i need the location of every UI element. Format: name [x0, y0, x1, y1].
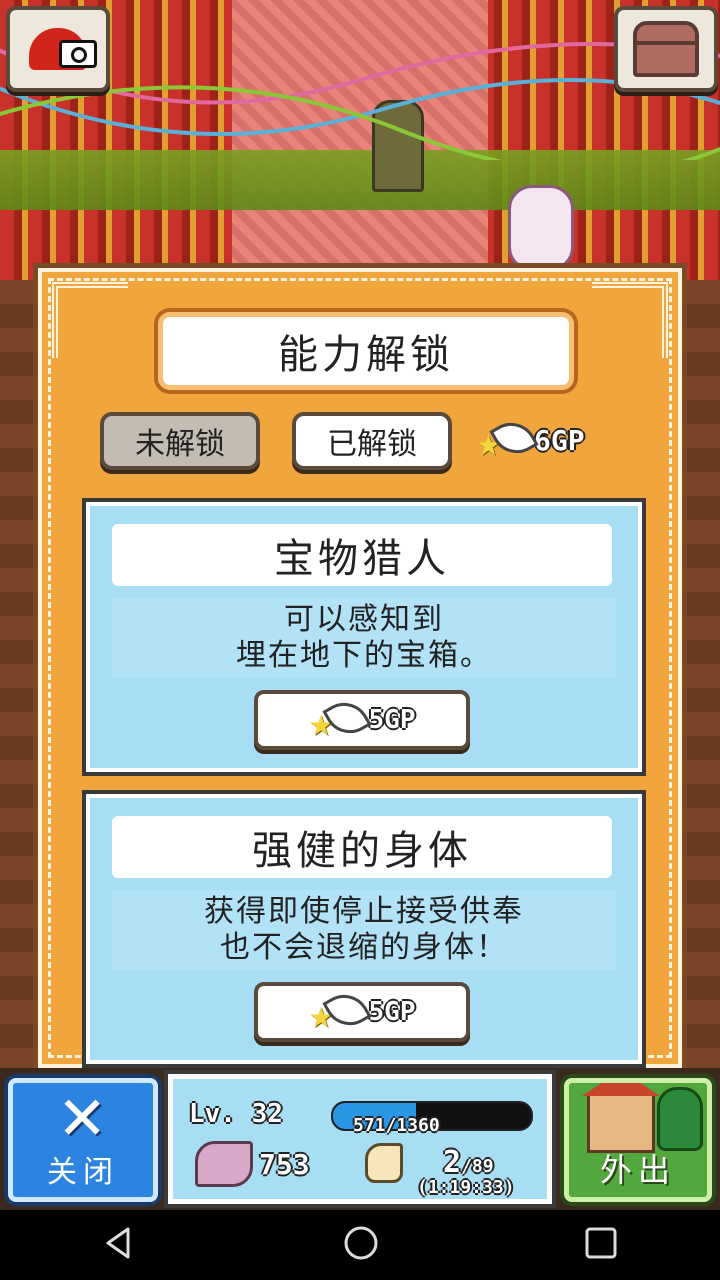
close-x-icon: ✕: [57, 1084, 108, 1154]
follower-count: 2/89: [443, 1145, 494, 1180]
follower-current: 2: [443, 1145, 462, 1180]
bunny-character: [508, 185, 574, 271]
ability-card: 强健的身体 获得即使停止接受供奉 也不会退缩的身体！ ★ 5GP: [86, 794, 642, 1064]
player-status-panel: Lv. 32 571/1360 753 2/89 (1:19:33): [168, 1074, 552, 1204]
ability-desc-line: 可以感知到: [284, 602, 444, 637]
unlock-ability-button[interactable]: ★ 5GP: [254, 982, 470, 1042]
home-nav-icon[interactable]: [342, 1224, 380, 1266]
ability-desc-line: 获得即使停止接受供奉: [204, 894, 524, 929]
follower-max: /89: [461, 1156, 494, 1177]
back-nav-icon[interactable]: [102, 1225, 138, 1265]
house-icon: [582, 1083, 660, 1153]
system-nav-bar: [0, 1210, 720, 1280]
faith-counter: 753: [195, 1141, 310, 1187]
camera-icon: [29, 28, 97, 70]
tab-unlocked[interactable]: 已解锁: [292, 412, 452, 470]
countdown-timer: (1:19:33): [417, 1177, 515, 1198]
ability-description: 获得即使停止接受供奉 也不会退缩的身体！: [100, 894, 628, 966]
faith-value: 753: [259, 1147, 310, 1181]
bottom-bar: ✕ 关闭 Lv. 32 571/1360 753 2/89 (1:19:33) …: [0, 1068, 720, 1210]
panel-corner-ornament: [52, 282, 128, 358]
ability-card: 宝物猎人 可以感知到 埋在地下的宝箱。 ★ 5GP: [86, 502, 642, 772]
unlock-ability-button[interactable]: ★ 5GP: [254, 690, 470, 750]
tab-locked[interactable]: 未解锁: [100, 412, 260, 470]
ability-desc-line: 也不会退缩的身体！: [220, 930, 508, 965]
tree-icon: [657, 1087, 703, 1151]
star-wing-icon: ★: [476, 413, 539, 463]
close-button[interactable]: ✕ 关闭: [8, 1078, 158, 1202]
snapshot-button[interactable]: [6, 6, 110, 92]
xp-text: 571/1360: [353, 1115, 440, 1136]
ability-desc-line: 埋在地下的宝箱。: [236, 638, 492, 673]
panel-title: 能力解锁: [158, 312, 574, 390]
chest-icon: [633, 21, 699, 77]
close-label: 关闭: [47, 1155, 119, 1190]
arm-icon: [365, 1143, 403, 1183]
level-label: Lv. 32: [189, 1099, 283, 1129]
recents-nav-icon[interactable]: [584, 1226, 618, 1264]
gp-balance-value: 6GP: [534, 423, 585, 457]
panel-corner-ornament: [592, 282, 668, 358]
inventory-chest-button[interactable]: [614, 6, 718, 92]
praying-hand-icon: [195, 1141, 253, 1187]
gp-balance: ★ 6GP: [476, 413, 585, 463]
ability-cost: 5GP: [368, 997, 416, 1027]
ability-title: 宝物猎人: [112, 524, 612, 586]
go-out-button[interactable]: 外出: [564, 1078, 712, 1202]
ability-cost: 5GP: [368, 705, 416, 735]
ability-unlock-panel: 能力解锁 未解锁 已解锁 ★ 6GP 宝物猎人 可以感知到 埋在地下的宝箱。 ★…: [38, 268, 682, 1068]
ability-title: 强健的身体: [112, 816, 612, 878]
star-wing-icon: ★: [309, 985, 372, 1035]
ability-description: 可以感知到 埋在地下的宝箱。: [100, 602, 628, 674]
star-wing-icon: ★: [309, 693, 372, 743]
go-out-label: 外出: [599, 1151, 676, 1189]
